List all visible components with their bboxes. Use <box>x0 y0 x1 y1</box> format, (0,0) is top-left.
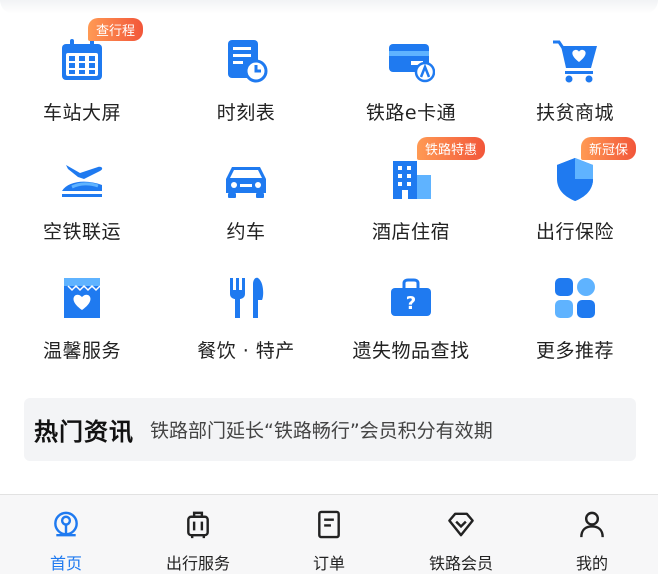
tab-railway-member[interactable]: 铁路会员 <box>395 495 527 574</box>
service-label: 扶贫商城 <box>535 102 614 124</box>
news-title: 热门资讯 <box>34 417 134 446</box>
calendar-grid-icon: 查行程 <box>58 18 144 84</box>
tab-label: 订单 <box>312 554 345 573</box>
tab-label: 首页 <box>49 554 82 573</box>
fork-knife-icon <box>222 274 270 322</box>
service-badge: 查行程 <box>88 18 144 41</box>
service-station-screen[interactable]: 查行程 车站大屏 <box>0 18 164 138</box>
service-label: 酒店住宿 <box>371 221 450 243</box>
hotel-building-icon: 铁路特惠 <box>387 137 486 203</box>
news-headline[interactable]: 铁路部门延长“铁路畅行”会员积分有效期 <box>150 416 493 443</box>
service-more[interactable]: 更多推荐 <box>493 266 657 376</box>
more-grid-icon <box>551 274 599 322</box>
timetable-clock-icon <box>222 36 270 84</box>
user-icon <box>580 511 604 538</box>
diamond-icon <box>448 512 474 537</box>
service-label: 出行保险 <box>535 221 614 243</box>
service-label: 约车 <box>226 221 266 243</box>
shopping-cart-heart-icon <box>551 36 599 84</box>
top-bar <box>0 0 658 14</box>
tab-travel-services[interactable]: 出行服务 <box>132 495 264 574</box>
service-label: 更多推荐 <box>535 340 614 362</box>
service-label: 遗失物品查找 <box>352 340 470 362</box>
service-label: 餐饮 · 特产 <box>197 340 295 362</box>
svg-text:?: ? <box>406 293 416 314</box>
tab-label: 出行服务 <box>165 554 230 573</box>
plane-train-icon <box>58 155 106 203</box>
service-badge: 新冠保 <box>581 137 637 160</box>
card-icon <box>387 36 435 84</box>
shield-icon: 新冠保 <box>551 137 637 203</box>
tab-orders[interactable]: 订单 <box>263 495 395 574</box>
service-lost-and-found[interactable]: ? 遗失物品查找 <box>329 266 493 376</box>
service-care[interactable]: 温馨服务 <box>0 266 164 376</box>
heart-box-icon <box>58 274 106 322</box>
service-label: 空铁联运 <box>42 221 121 243</box>
service-dining[interactable]: 餐饮 · 特产 <box>164 266 328 376</box>
service-hotel[interactable]: 铁路特惠 酒店住宿 <box>329 137 493 257</box>
home-train-icon <box>54 511 78 537</box>
service-label: 时刻表 <box>216 102 276 124</box>
tab-home[interactable]: 首页 <box>0 495 132 574</box>
tab-label: 铁路会员 <box>428 554 493 573</box>
service-poverty-mall[interactable]: 扶贫商城 <box>493 28 657 138</box>
order-list-icon <box>318 510 340 539</box>
car-icon <box>222 155 270 203</box>
service-label: 铁路e卡通 <box>365 102 457 124</box>
hot-news-banner[interactable]: 热门资讯 铁路部门延长“铁路畅行”会员积分有效期 <box>24 398 636 461</box>
tab-label: 我的 <box>575 554 608 573</box>
service-air-rail[interactable]: 空铁联运 <box>0 147 164 257</box>
service-car-hailing[interactable]: 约车 <box>164 147 328 257</box>
bottom-tab-bar: 首页 出行服务 订单 铁路会员 我的 <box>0 494 658 574</box>
tab-mine[interactable]: 我的 <box>526 495 658 574</box>
lost-item-bag-icon: ? <box>387 274 435 322</box>
service-badge: 铁路特惠 <box>417 137 486 160</box>
service-label: 温馨服务 <box>42 340 121 362</box>
service-insurance[interactable]: 新冠保 出行保险 <box>493 137 657 257</box>
service-e-card[interactable]: 铁路e卡通 <box>329 28 493 138</box>
service-timetable[interactable]: 时刻表 <box>164 28 328 138</box>
service-label: 车站大屏 <box>42 102 121 124</box>
luggage-icon <box>187 511 209 539</box>
